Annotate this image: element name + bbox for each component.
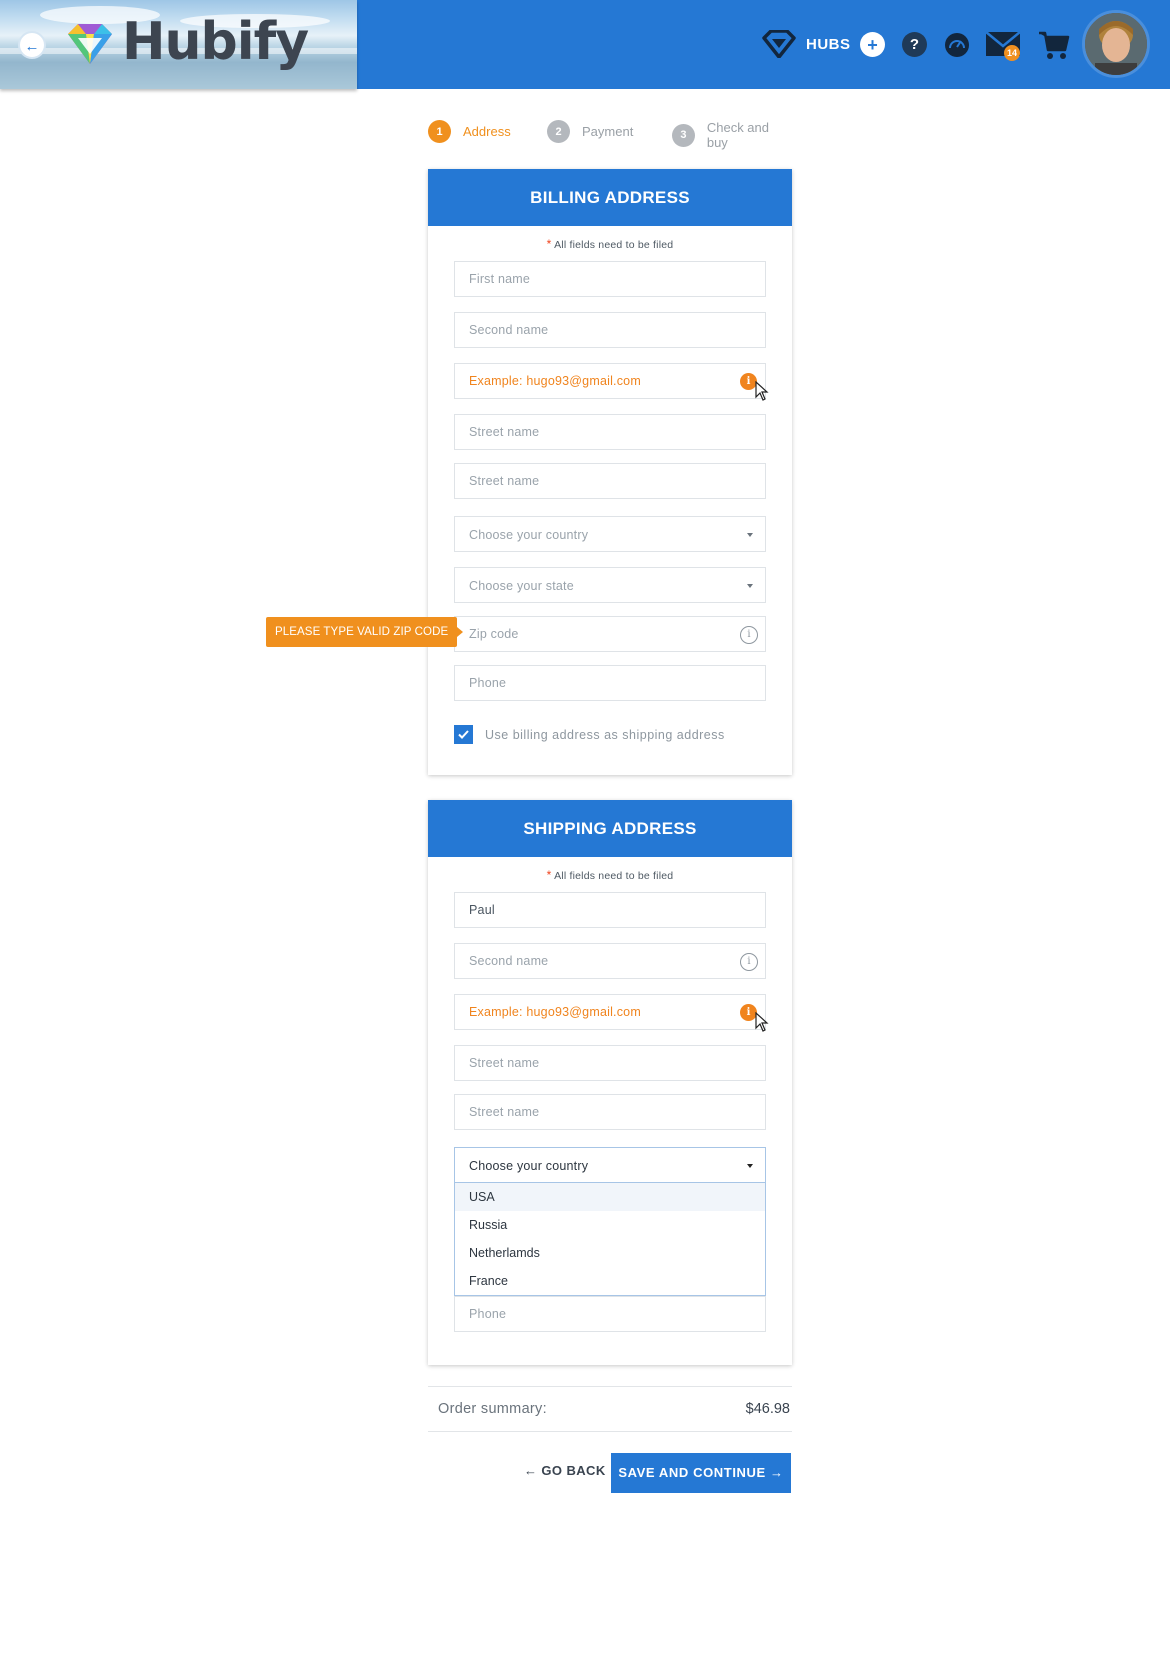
card-title: BILLING ADDRESS [428,169,792,226]
second-name-field[interactable]: i [454,943,766,979]
first-name-input[interactable] [455,262,765,296]
phone-input[interactable] [455,1297,765,1331]
checkmark-icon [458,730,469,739]
shipping-address-card: SHIPPING ADDRESS * All fields need to be… [428,800,792,1365]
state-select[interactable]: Choose your state [454,567,766,603]
phone-input[interactable] [455,666,765,700]
country-option[interactable]: Russia [455,1211,765,1239]
required-note: * All fields need to be filed [428,237,792,251]
help-icon[interactable]: ? [902,32,927,57]
save-and-continue-label: SAVE AND CONTINUE [618,1465,766,1480]
required-note-text: All fields need to be filed [554,239,674,251]
country-option[interactable]: France [455,1267,765,1295]
order-summary-label: Order summary: [438,1401,547,1417]
first-name-field[interactable] [454,892,766,928]
avatar[interactable] [1082,10,1150,78]
country-select-value: Choose your country [469,528,589,542]
step-address[interactable]: 1 Address [428,120,511,143]
info-icon[interactable]: i [740,626,758,644]
step-number: 3 [672,123,695,147]
street-name-field-2[interactable] [454,463,766,499]
chevron-down-icon [747,584,753,588]
hubs-nav-link[interactable]: HUBS [762,26,851,62]
country-select-value: Choose your country [469,1159,589,1173]
country-select[interactable]: Choose your country [454,516,766,552]
country-select[interactable]: Choose your country [454,1147,766,1183]
phone-field[interactable] [454,665,766,701]
second-name-input[interactable] [455,944,765,978]
country-dropdown-list: USA Russia Netherlamds France [454,1183,766,1296]
zip-error-tooltip: PLEASE TYPE VALID ZIP CODE [266,617,464,647]
info-icon[interactable]: i [740,953,758,971]
step-number: 2 [547,120,570,143]
step-label: Payment [582,124,634,139]
card-title: SHIPPING ADDRESS [428,800,792,857]
chevron-down-icon [747,1164,753,1168]
order-total: $46.98 [745,1401,790,1417]
email-input[interactable] [455,995,765,1029]
zip-code-input[interactable] [455,617,765,651]
chevron-down-icon [747,533,753,537]
required-star: * [546,237,552,251]
street-name-input[interactable] [455,415,765,449]
mouse-cursor-icon [755,1012,769,1032]
go-back-button[interactable]: ← GO BACK [524,1463,606,1478]
country-option[interactable]: USA [455,1183,765,1211]
step-label: Address [463,124,511,139]
cart-icon[interactable] [1038,30,1070,60]
email-field[interactable]: i [454,363,769,401]
arrow-right-icon: → [770,1465,784,1480]
same-as-shipping-label: Use billing address as shipping address [485,727,725,742]
street-name-input[interactable] [455,1046,765,1080]
mouse-cursor-icon [755,381,769,401]
street-name-input-2[interactable] [455,464,765,498]
save-and-continue-button[interactable]: SAVE AND CONTINUE → [611,1453,791,1493]
street-name-field-2[interactable] [454,1094,766,1130]
diamond-logo-icon [68,24,112,64]
mail-count-badge: 14 [1004,45,1020,61]
dashboard-gauge-icon[interactable] [944,32,970,58]
step-payment[interactable]: 2 Payment [547,120,633,143]
brand-area: ← Hubify [0,0,357,89]
second-name-input[interactable] [455,313,765,347]
required-star: * [546,868,552,882]
step-label: Check and buy [706,120,769,150]
second-name-field[interactable] [454,312,766,348]
state-select-value: Choose your state [469,579,574,593]
required-note: * All fields need to be filed [428,868,792,882]
street-name-field[interactable] [454,414,766,450]
top-navigation-bar: ← Hubify HUBS + ? 14 [0,0,1170,89]
hubs-label: HUBS [806,35,851,53]
street-name-input-2[interactable] [455,1095,765,1129]
plus-icon[interactable]: + [860,32,885,57]
first-name-input[interactable] [455,893,765,927]
country-option[interactable]: Netherlamds [455,1239,765,1267]
phone-field[interactable] [454,1296,766,1332]
zip-code-field[interactable]: i [454,616,766,652]
diamond-icon [762,30,796,58]
checkout-stepper: 1 Address 2 Payment 3 Check and buy [428,120,793,150]
back-arrow-icon[interactable]: ← [18,31,46,59]
order-summary: Order summary: $46.98 [428,1386,792,1432]
same-as-shipping-row[interactable]: Use billing address as shipping address [454,725,725,744]
go-back-label: GO BACK [541,1463,606,1478]
required-note-text: All fields need to be filed [554,870,674,882]
email-input[interactable] [455,364,765,398]
same-as-shipping-checkbox[interactable] [454,725,473,744]
step-check-and-buy[interactable]: 3 Check and buy [672,120,793,150]
email-field[interactable]: i [454,994,769,1032]
arrow-left-icon: ← [524,1463,538,1478]
step-number: 1 [428,120,451,143]
billing-address-card: BILLING ADDRESS * All fields need to be … [428,169,792,775]
first-name-field[interactable] [454,261,766,297]
logo-wordmark[interactable]: Hubify [122,12,309,72]
street-name-field[interactable] [454,1045,766,1081]
